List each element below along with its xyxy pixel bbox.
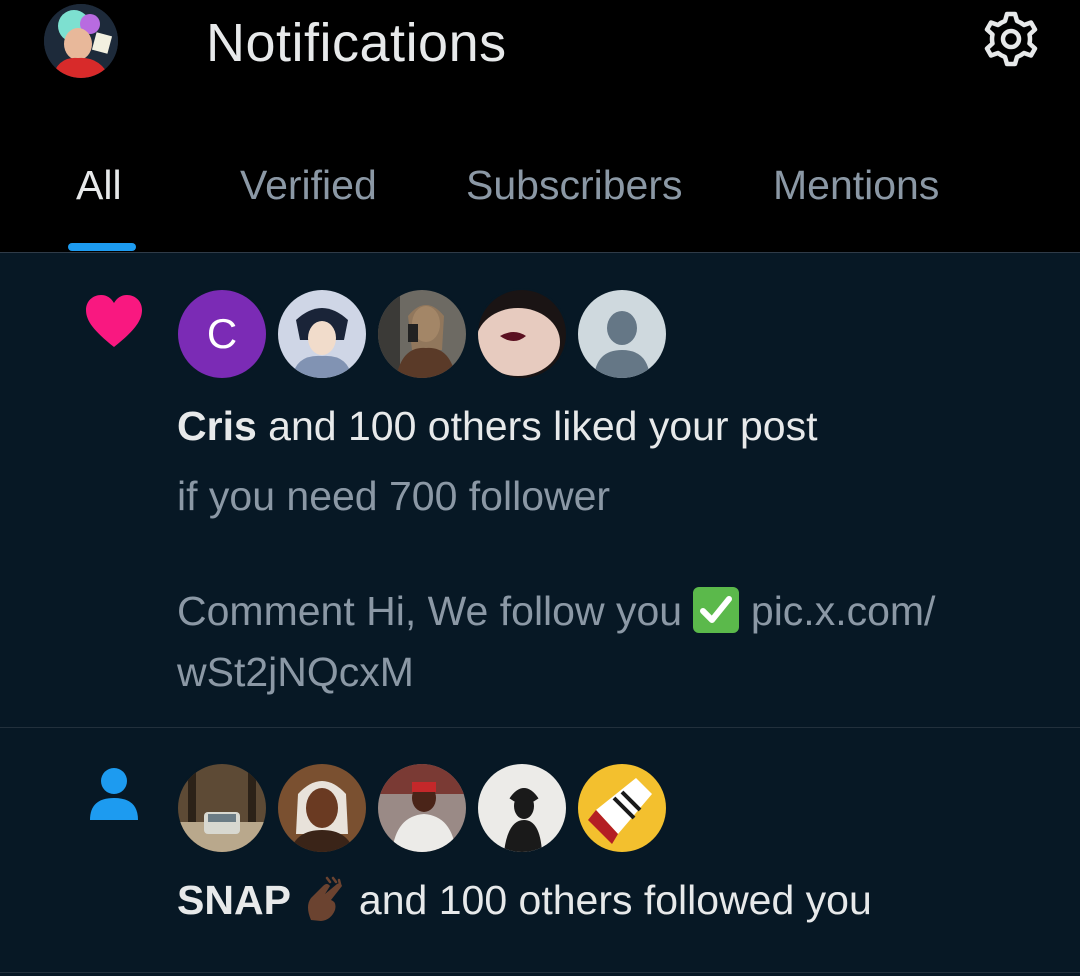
avatar[interactable] (176, 762, 268, 854)
page-title: Notifications (206, 13, 507, 73)
tab-verified[interactable]: Verified (240, 162, 377, 209)
avatar[interactable] (276, 288, 368, 380)
action-text: and 100 others followed you (358, 877, 872, 923)
check-mark-emoji (693, 587, 740, 633)
tab-all[interactable]: All (76, 162, 122, 209)
notification-like[interactable]: C Cris and 100 others liked your post if… (0, 253, 1080, 727)
post-link[interactable]: pic.x.com/ (751, 588, 936, 634)
top-bar: Notifications All Verified Subscribers M… (0, 0, 1080, 253)
heart-icon (84, 293, 144, 354)
tab-mentions[interactable]: Mentions (773, 162, 939, 209)
avatar[interactable] (376, 288, 468, 380)
avatar[interactable] (276, 762, 368, 854)
avatar[interactable] (476, 288, 568, 380)
notification-summary: Cris and 100 others liked your post (177, 403, 817, 450)
avatar[interactable] (576, 288, 668, 380)
post-preview-line: Comment Hi, We follow you pic.x.com/ (177, 587, 935, 635)
avatar[interactable]: C (176, 288, 268, 380)
avatar[interactable] (376, 762, 468, 854)
action-text: and 100 others liked your post (268, 403, 818, 449)
notification-feed: C Cris and 100 others liked your post if… (0, 253, 1080, 976)
actor-name[interactable]: SNAP (177, 877, 291, 923)
tab-subscribers[interactable]: Subscribers (466, 162, 682, 209)
avatar[interactable] (476, 762, 568, 854)
actor-name[interactable]: Cris (177, 403, 257, 449)
post-link-continued[interactable]: wSt2jNQcxM (177, 649, 414, 696)
fingers-snap-emoji (303, 876, 345, 922)
notification-summary: SNAP and 100 others followed you (177, 876, 872, 924)
avatar-letter: C (206, 310, 238, 357)
avatar[interactable] (576, 762, 668, 854)
post-preview-line: if you need 700 follower (177, 473, 611, 519)
gear-icon[interactable] (980, 8, 1042, 70)
post-text: Comment Hi, We follow you (177, 588, 683, 634)
active-tab-indicator (68, 243, 136, 251)
person-icon (88, 766, 140, 827)
notification-follow[interactable]: SNAP and 100 others followed you (0, 728, 1080, 976)
profile-avatar[interactable] (44, 4, 118, 78)
notification-divider (0, 972, 1080, 973)
